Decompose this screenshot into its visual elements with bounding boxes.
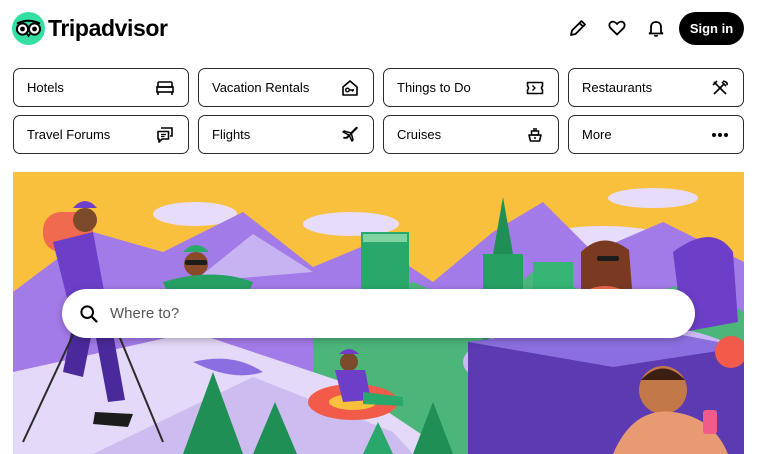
utensils-icon <box>710 78 730 98</box>
pencil-icon[interactable] <box>566 16 590 40</box>
heart-icon[interactable] <box>605 16 629 40</box>
top-header: Tripadvisor Sign in <box>0 0 760 58</box>
category-label: Things to Do <box>397 80 471 95</box>
category-cruises[interactable]: Cruises <box>383 115 559 154</box>
category-things-to-do[interactable]: Things to Do <box>383 68 559 107</box>
ship-icon <box>525 125 545 145</box>
search-bar[interactable] <box>62 289 695 338</box>
bell-icon[interactable] <box>644 16 668 40</box>
owl-logo-icon <box>12 12 45 45</box>
category-label: Flights <box>212 127 251 142</box>
category-more[interactable]: More <box>568 115 744 154</box>
tripadvisor-logo[interactable]: Tripadvisor <box>12 12 168 45</box>
category-label: Travel Forums <box>27 127 111 142</box>
category-label: More <box>582 127 612 142</box>
bed-icon <box>155 78 175 98</box>
category-flights[interactable]: Flights <box>198 115 374 154</box>
category-label: Vacation Rentals <box>212 80 310 95</box>
house-key-icon <box>340 78 360 98</box>
category-label: Restaurants <box>582 80 653 95</box>
category-label: Hotels <box>27 80 64 95</box>
category-label: Cruises <box>397 127 442 142</box>
brand-name: Tripadvisor <box>48 15 168 41</box>
ticket-icon <box>525 78 545 98</box>
search-input[interactable] <box>110 305 670 322</box>
category-hotels[interactable]: Hotels <box>13 68 189 107</box>
more-dots-icon <box>710 125 730 145</box>
search-icon <box>78 303 100 325</box>
chat-icon <box>155 125 175 145</box>
sign-in-button[interactable]: Sign in <box>679 12 744 45</box>
category-restaurants[interactable]: Restaurants <box>568 68 744 107</box>
category-travel-forums[interactable]: Travel Forums <box>13 115 189 154</box>
plane-icon <box>340 125 360 145</box>
category-grid: Hotels Vacation Rentals Things to Do Res… <box>13 68 744 154</box>
category-vacation-rentals[interactable]: Vacation Rentals <box>198 68 374 107</box>
